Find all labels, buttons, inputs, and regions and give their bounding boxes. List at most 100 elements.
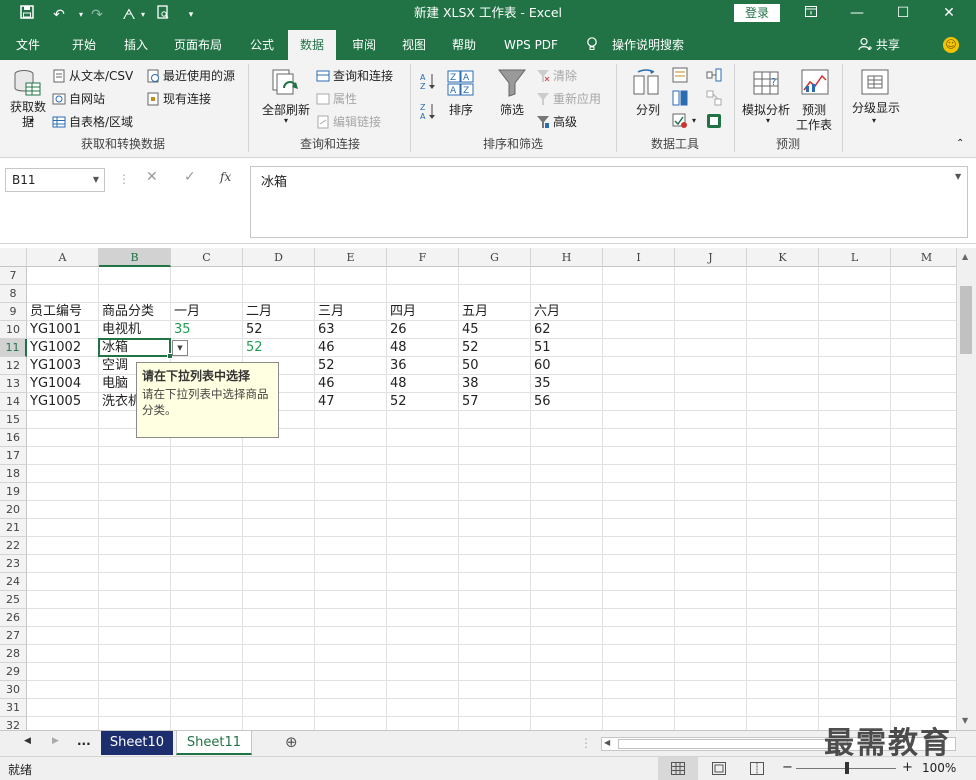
redo-icon[interactable]: ↷ <box>86 5 108 25</box>
close-icon[interactable]: ✕ <box>926 0 972 26</box>
row-header-8[interactable]: 8 <box>0 285 27 303</box>
column-header-c[interactable]: C <box>171 248 243 267</box>
data-cell[interactable]: 50 <box>459 357 479 375</box>
column-header-d[interactable]: D <box>243 248 315 267</box>
expand-formula-bar-icon[interactable]: ▼ <box>955 172 961 181</box>
row-header-18[interactable]: 18 <box>0 465 27 483</box>
column-header-h[interactable]: H <box>531 248 603 267</box>
page-layout-view-icon[interactable] <box>712 762 726 778</box>
data-cell[interactable]: 电视机 <box>99 321 141 339</box>
data-cell[interactable]: 51 <box>531 339 551 357</box>
feedback-smiley-icon[interactable]: ☺ <box>943 37 959 53</box>
reapply-button[interactable]: 重新应用 <box>536 90 601 107</box>
edit-links-button[interactable]: 编辑链接 <box>316 113 381 130</box>
minimize-icon[interactable]: — <box>834 0 880 26</box>
row-header-26[interactable]: 26 <box>0 609 27 627</box>
data-validation-icon[interactable] <box>672 113 688 132</box>
data-cell[interactable]: 35 <box>531 375 551 393</box>
manage-data-model-icon[interactable] <box>706 113 722 132</box>
filter-button[interactable]: 筛选 <box>500 101 524 118</box>
row-header-19[interactable]: 19 <box>0 483 27 501</box>
row-header-31[interactable]: 31 <box>0 699 27 717</box>
queries-connections-button[interactable]: 查询和连接 <box>316 67 393 84</box>
row-header-23[interactable]: 23 <box>0 555 27 573</box>
get-data-button[interactable]: 获取数据 <box>10 100 46 130</box>
row-header-27[interactable]: 27 <box>0 627 27 645</box>
save-icon[interactable] <box>16 5 38 25</box>
data-cell[interactable]: 60 <box>531 357 551 375</box>
data-cell[interactable]: 46 <box>315 339 335 357</box>
tab-page-layout[interactable]: 页面布局 <box>168 30 228 60</box>
column-header-b[interactable]: B <box>99 248 171 267</box>
header-cell[interactable]: 三月 <box>315 303 387 321</box>
remove-duplicates-icon[interactable] <box>672 90 688 109</box>
text-to-columns-button[interactable]: 分列 <box>636 101 660 118</box>
dropdown-list-button[interactable]: ▼ <box>172 340 188 356</box>
row-header-29[interactable]: 29 <box>0 663 27 681</box>
add-sheet-icon[interactable]: ⊕ <box>285 733 298 751</box>
next-sheet-icon[interactable]: ▶ <box>52 736 59 746</box>
header-cell[interactable]: 六月 <box>531 303 603 321</box>
row-header-20[interactable]: 20 <box>0 501 27 519</box>
data-cell[interactable]: 38 <box>459 375 479 393</box>
row-header-17[interactable]: 17 <box>0 447 27 465</box>
row-header-28[interactable]: 28 <box>0 645 27 663</box>
insert-function-icon[interactable]: fx <box>220 170 231 184</box>
data-cell[interactable]: 洗衣机 <box>99 393 141 411</box>
data-cell[interactable]: YG1004 <box>27 375 81 393</box>
vertical-scrollbar[interactable]: ▲ ▼ <box>956 248 976 730</box>
row-header-21[interactable]: 21 <box>0 519 27 537</box>
refresh-dropdown-icon[interactable]: ▾ <box>284 116 288 125</box>
data-cell[interactable]: 52 <box>243 321 263 339</box>
normal-view-button[interactable] <box>658 757 698 780</box>
column-header-e[interactable]: E <box>315 248 387 267</box>
row-header-14[interactable]: 14 <box>0 393 27 411</box>
tab-view[interactable]: 视图 <box>392 30 436 60</box>
tab-review[interactable]: 审阅 <box>342 30 386 60</box>
data-cell[interactable]: 56 <box>531 393 551 411</box>
tab-insert[interactable]: 插入 <box>114 30 158 60</box>
horizontal-scroll-thumb[interactable] <box>618 739 848 749</box>
row-header-13[interactable]: 13 <box>0 375 27 393</box>
tab-file[interactable]: 文件 <box>6 30 50 60</box>
select-all-corner[interactable] <box>0 248 27 267</box>
zoom-level[interactable]: 100% <box>922 761 956 775</box>
ribbon-display-icon[interactable] <box>788 0 834 26</box>
sheet-tab-sheet11[interactable]: Sheet11 <box>176 731 252 755</box>
sort-button[interactable]: 排序 <box>449 101 473 118</box>
data-cell[interactable]: 48 <box>387 375 407 393</box>
column-header-g[interactable]: G <box>459 248 531 267</box>
column-header-i[interactable]: I <box>603 248 675 267</box>
confirm-entry-icon[interactable]: ✓ <box>184 169 196 185</box>
scroll-up-icon[interactable]: ▲ <box>962 252 968 261</box>
row-header-12[interactable]: 12 <box>0 357 27 375</box>
row-header-10[interactable]: 10 <box>0 321 27 339</box>
data-cell[interactable]: 45 <box>459 321 479 339</box>
existing-connections-button[interactable]: 现有连接 <box>146 90 211 107</box>
row-header-15[interactable]: 15 <box>0 411 27 429</box>
sort-za-icon[interactable]: ZA <box>420 102 436 123</box>
scroll-left-icon[interactable]: ◀ <box>604 738 610 747</box>
relationships-icon[interactable] <box>706 90 722 109</box>
data-cell[interactable]: 48 <box>387 339 407 357</box>
undo-icon[interactable]: ↶ <box>48 5 70 25</box>
customize-qa-icon[interactable]: ▾ <box>180 5 202 25</box>
tab-help[interactable]: 帮助 <box>442 30 486 60</box>
page-break-view-icon[interactable] <box>750 762 764 778</box>
properties-button[interactable]: 属性 <box>316 90 357 107</box>
data-cell[interactable]: 26 <box>387 321 407 339</box>
collapse-ribbon-icon[interactable]: ⌃ <box>956 138 964 149</box>
header-cell[interactable]: 一月 <box>171 303 243 321</box>
clear-filter-button[interactable]: 清除 <box>536 67 577 84</box>
tab-wps-pdf[interactable]: WPS PDF <box>498 30 564 60</box>
column-header-j[interactable]: J <box>675 248 747 267</box>
name-box[interactable]: B11 ▼ <box>5 168 105 192</box>
column-header-l[interactable]: L <box>819 248 891 267</box>
print-preview-icon[interactable] <box>152 5 174 25</box>
data-cell[interactable]: 52 <box>315 357 335 375</box>
outline-dropdown-icon[interactable]: ▾ <box>872 116 876 125</box>
header-cell[interactable]: 员工编号 <box>27 303 99 321</box>
column-header-k[interactable]: K <box>747 248 819 267</box>
touch-dropdown-icon[interactable]: ▾ <box>132 5 154 25</box>
sort-az-icon[interactable]: AZ <box>420 72 436 93</box>
